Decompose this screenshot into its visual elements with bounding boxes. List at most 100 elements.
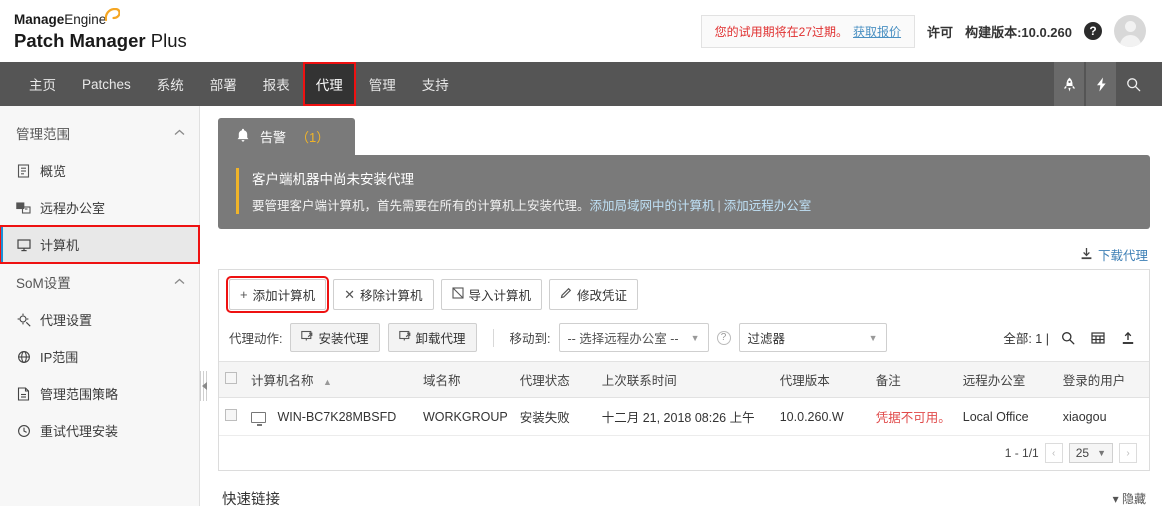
product-name-suffix: Plus bbox=[150, 29, 187, 51]
quick-links-title: 快速链接 bbox=[222, 492, 280, 506]
modify-credential-label: 修改凭证 bbox=[577, 289, 628, 303]
column-last-contact-time[interactable]: 上次联系时间 bbox=[595, 361, 774, 398]
pagination-prev-button[interactable]: ‹ bbox=[1044, 443, 1063, 463]
select-all-checkbox[interactable] bbox=[225, 372, 237, 384]
help-icon[interactable]: ? bbox=[1084, 22, 1102, 40]
total-count-label: 全部: 1 | bbox=[1003, 328, 1049, 347]
rocket-icon[interactable] bbox=[1054, 62, 1084, 106]
pagination: 1 - 1/1 ‹ 25 ▼ › bbox=[219, 436, 1149, 470]
table-header-row: 计算机名称 ▲ 域名称 代理状态 上次联系时间 代理版本 备注 远程办公室 登录… bbox=[219, 361, 1149, 398]
chevron-up-icon[interactable] bbox=[174, 277, 185, 288]
sidebar-item-label: 计算机 bbox=[40, 238, 80, 253]
move-to-label: 移动到: bbox=[509, 332, 551, 346]
sidebar-item-overview[interactable]: 概览 bbox=[0, 152, 199, 189]
column-domain-name[interactable]: 域名称 bbox=[417, 361, 514, 398]
pagination-next-button[interactable]: › bbox=[1119, 443, 1137, 463]
nav-item-systems[interactable]: 系统 bbox=[144, 62, 197, 106]
sidebar-item-retry-agent-install[interactable]: 重试代理安装 bbox=[0, 412, 199, 449]
alert-title: 客户端机器中尚未安装代理 bbox=[252, 172, 414, 187]
nav-item-patches[interactable]: Patches bbox=[69, 62, 144, 106]
manageengine-swoosh-icon bbox=[104, 7, 121, 25]
row-select-cell bbox=[219, 397, 245, 436]
nav-item-support[interactable]: 支持 bbox=[409, 62, 462, 106]
sidebar-item-ip-range[interactable]: IP范围 bbox=[0, 338, 199, 375]
sidebar-item-agent-settings[interactable]: 代理设置 bbox=[0, 301, 199, 338]
export-icon[interactable] bbox=[1117, 331, 1139, 345]
alert-inner: 客户端机器中尚未安装代理 要管理客户端计算机，首先需要在所有的计算机上安装代理。… bbox=[236, 168, 1132, 214]
total-divider: | bbox=[1045, 332, 1049, 346]
remote-office-select-value: -- 选择远程办公室 -- bbox=[567, 332, 679, 346]
sidebar-group-label: SoM设置 bbox=[16, 276, 71, 291]
sidebar-item-label: 远程办公室 bbox=[40, 201, 106, 216]
nav-item-deployment[interactable]: 部署 bbox=[197, 62, 250, 106]
chevron-down-icon: ▼ bbox=[690, 332, 700, 343]
nav-item-home[interactable]: 主页 bbox=[16, 62, 69, 106]
page-size-select[interactable]: 25 ▼ bbox=[1068, 443, 1113, 463]
download-agent-row: 下载代理 bbox=[218, 229, 1150, 269]
get-quote-link[interactable]: 获取报价 bbox=[853, 25, 901, 39]
alert-card: 告警 （1） 客户端机器中尚未安装代理 要管理客户端计算机，首先需要在所有的计算… bbox=[218, 118, 1150, 229]
sidebar-item-computers[interactable]: 计算机 bbox=[0, 225, 200, 264]
install-agent-label: 安装代理 bbox=[318, 332, 369, 346]
nav-item-admin[interactable]: 管理 bbox=[356, 62, 409, 106]
cell-logged-user: xiaogou bbox=[1056, 397, 1149, 436]
alert-tabbar: 告警 （1） bbox=[218, 118, 1150, 155]
tab-alerts[interactable]: 告警 （1） bbox=[218, 118, 356, 155]
column-remark[interactable]: 备注 bbox=[869, 361, 957, 398]
computer-name-value[interactable]: WIN-BC7K28MBSFD bbox=[277, 410, 396, 424]
download-agent-link[interactable]: 下载代理 bbox=[1098, 245, 1148, 264]
column-remote-office[interactable]: 远程办公室 bbox=[956, 361, 1057, 398]
sort-ascending-icon: ▲ bbox=[323, 377, 332, 387]
sidebar-group-label: 管理范围 bbox=[16, 127, 70, 142]
link-separator: | bbox=[717, 199, 721, 213]
remote-office-select[interactable]: -- 选择远程办公室 -- ▼ bbox=[558, 323, 709, 352]
help-tooltip-icon[interactable]: ? bbox=[716, 330, 731, 345]
sidebar-group-scope-of-management[interactable]: 管理范围 bbox=[0, 114, 199, 152]
sidebar-group-som-settings[interactable]: SoM设置 bbox=[0, 263, 199, 301]
add-computer-button[interactable]: + 添加计算机 bbox=[225, 276, 330, 313]
nav-items: 主页 Patches 系统 部署 报表 代理 管理 支持 bbox=[0, 62, 462, 106]
column-logged-user[interactable]: 登录的用户 bbox=[1056, 361, 1149, 398]
filter-select[interactable]: 过滤器 ▼ bbox=[738, 323, 887, 352]
column-computer-name[interactable]: 计算机名称 ▲ bbox=[245, 361, 417, 398]
quick-links-hide-toggle[interactable]: ▾ 隐藏 bbox=[1113, 490, 1146, 506]
quick-links-section: 快速链接 ▾ 隐藏 bbox=[218, 471, 1150, 506]
import-computer-button[interactable]: 导入计算机 bbox=[440, 279, 543, 310]
brand-logo[interactable]: ManageEngine Patch Manager Plus bbox=[0, 7, 187, 51]
sidebar-item-remote-office[interactable]: 远程办公室 bbox=[0, 189, 199, 226]
quick-links-hide-label: 隐藏 bbox=[1121, 492, 1146, 506]
install-agent-button[interactable]: 安装代理 bbox=[290, 323, 380, 352]
nav-item-reports[interactable]: 报表 bbox=[250, 62, 303, 106]
sidebar-collapse-handle[interactable] bbox=[200, 371, 209, 401]
search-icon[interactable] bbox=[1057, 331, 1079, 345]
download-icon[interactable] bbox=[1080, 247, 1093, 263]
nav-item-agent[interactable]: 代理 bbox=[302, 62, 356, 106]
close-icon: ✕ bbox=[344, 286, 356, 302]
avatar[interactable] bbox=[1114, 15, 1146, 47]
add-remote-office-link[interactable]: 添加远程办公室 bbox=[724, 199, 812, 213]
modify-credential-button[interactable]: 修改凭证 bbox=[549, 279, 639, 310]
column-agent-version[interactable]: 代理版本 bbox=[773, 361, 870, 398]
remove-computer-button[interactable]: ✕ 移除计算机 bbox=[333, 279, 434, 310]
sidebar-item-label: IP范围 bbox=[40, 350, 79, 365]
add-lan-computers-link[interactable]: 添加局域网中的计算机 bbox=[590, 199, 715, 213]
product-name-main: Patch Manager bbox=[14, 29, 146, 51]
sidebar-item-som-policy[interactable]: 管理范围策略 bbox=[0, 375, 199, 412]
column-label: 计算机名称 bbox=[251, 374, 314, 388]
bolt-icon[interactable] bbox=[1086, 62, 1116, 106]
table-row[interactable]: WIN-BC7K28MBSFD WORKGROUP 安装失败 十二月 21, 2… bbox=[219, 397, 1149, 436]
table-header: 计算机名称 ▲ 域名称 代理状态 上次联系时间 代理版本 备注 远程办公室 登录… bbox=[219, 361, 1149, 398]
column-agent-status[interactable]: 代理状态 bbox=[513, 361, 596, 398]
nav-icons bbox=[1054, 62, 1162, 106]
uninstall-agent-button[interactable]: 卸载代理 bbox=[387, 323, 477, 352]
search-icon[interactable] bbox=[1118, 62, 1148, 106]
uninstall-agent-label: 卸载代理 bbox=[415, 332, 466, 346]
brand-manage-text: Manage bbox=[14, 11, 65, 27]
computers-table: 计算机名称 ▲ 域名称 代理状态 上次联系时间 代理版本 备注 远程办公室 登录… bbox=[219, 361, 1149, 436]
license-link[interactable]: 许可 bbox=[927, 22, 953, 41]
product-name: Patch Manager Plus bbox=[14, 29, 187, 51]
cell-computer-name: WIN-BC7K28MBSFD bbox=[245, 397, 417, 436]
column-chooser-icon[interactable] bbox=[1087, 331, 1109, 345]
row-checkbox[interactable] bbox=[225, 409, 237, 421]
chevron-up-icon[interactable] bbox=[174, 128, 185, 139]
